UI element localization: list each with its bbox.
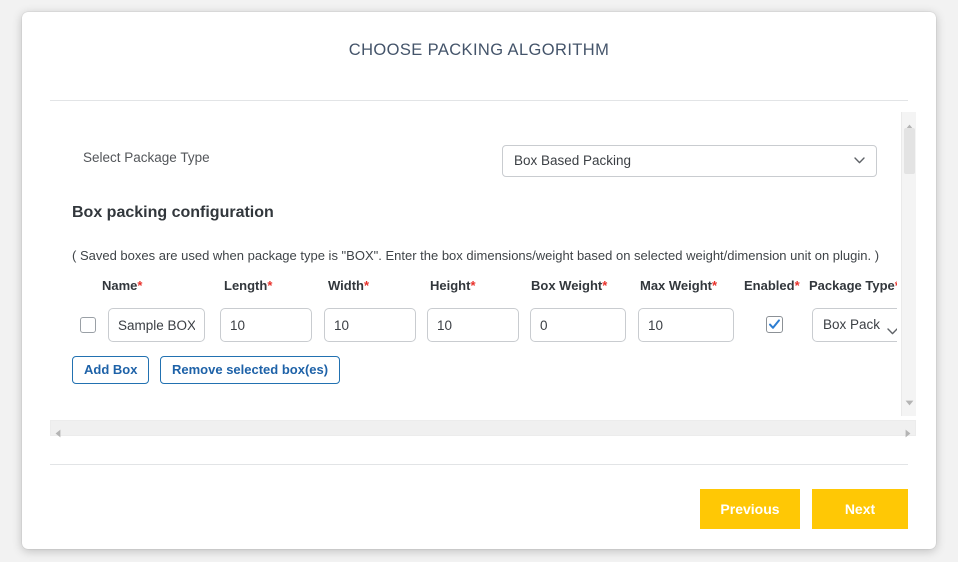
section-note: ( Saved boxes are used when package type…	[72, 248, 880, 263]
package-type-select[interactable]: Box Based Packing	[502, 145, 877, 177]
wizard-card: CHOOSE PACKING ALGORITHM Select Package …	[22, 12, 936, 549]
row-package-type-value: Box Pack	[823, 317, 881, 332]
package-type-label: Select Package Type	[83, 150, 210, 165]
scroll-right-arrow-icon[interactable]	[905, 425, 911, 443]
configuration-content: Select Package Type Box Based Packing Bo…	[50, 112, 897, 416]
box-width-input[interactable]	[324, 308, 416, 342]
column-header-enabled: Enabled*	[744, 278, 800, 293]
column-header-height: Height*	[430, 278, 476, 293]
column-header-box-weight: Box Weight*	[531, 278, 608, 293]
box-height-input[interactable]	[427, 308, 519, 342]
page-title: CHOOSE PACKING ALGORITHM	[348, 41, 610, 59]
scroll-down-arrow-icon[interactable]	[905, 393, 914, 411]
add-box-button[interactable]: Add Box	[72, 356, 150, 384]
package-type-row: Select Package Type Box Based Packing	[50, 145, 897, 177]
enabled-checkbox[interactable]	[766, 316, 783, 333]
table-row: Box Pack	[72, 304, 897, 342]
remove-box-button[interactable]: Remove selected box(es)	[160, 356, 341, 384]
configuration-scroll-region: Select Package Type Box Based Packing Bo…	[50, 112, 916, 445]
row-package-type-select[interactable]: Box Pack	[812, 308, 897, 342]
section-heading: Box packing configuration	[72, 204, 274, 221]
row-select-checkbox[interactable]	[80, 317, 96, 333]
box-name-input[interactable]	[108, 308, 205, 342]
previous-button[interactable]: Previous	[700, 489, 800, 529]
divider-top	[50, 100, 908, 101]
column-header-package-type: Package Type*	[809, 278, 897, 293]
column-header-max-weight: Max Weight*	[640, 278, 718, 293]
package-type-selected-value: Box Based Packing	[514, 153, 632, 168]
column-header-name: Name*	[102, 278, 143, 293]
scroll-left-arrow-icon[interactable]	[55, 425, 61, 443]
divider-bottom	[50, 464, 908, 465]
max-weight-input[interactable]	[638, 308, 734, 342]
check-icon	[769, 319, 780, 329]
box-length-input[interactable]	[220, 308, 312, 342]
box-weight-input[interactable]	[530, 308, 626, 342]
vertical-scrollbar-thumb[interactable]	[904, 128, 915, 174]
horizontal-scrollbar[interactable]	[50, 420, 916, 438]
chevron-down-icon	[887, 322, 897, 335]
column-header-width: Width*	[328, 278, 370, 293]
next-button[interactable]: Next	[812, 489, 908, 529]
table-header-row: Name* Length* Width* Height* Box Weight*…	[72, 278, 897, 304]
chevron-down-icon	[854, 157, 865, 164]
box-configuration-table: Name* Length* Width* Height* Box Weight*…	[72, 278, 897, 342]
column-header-length: Length*	[224, 278, 273, 293]
vertical-scrollbar[interactable]	[901, 112, 916, 416]
